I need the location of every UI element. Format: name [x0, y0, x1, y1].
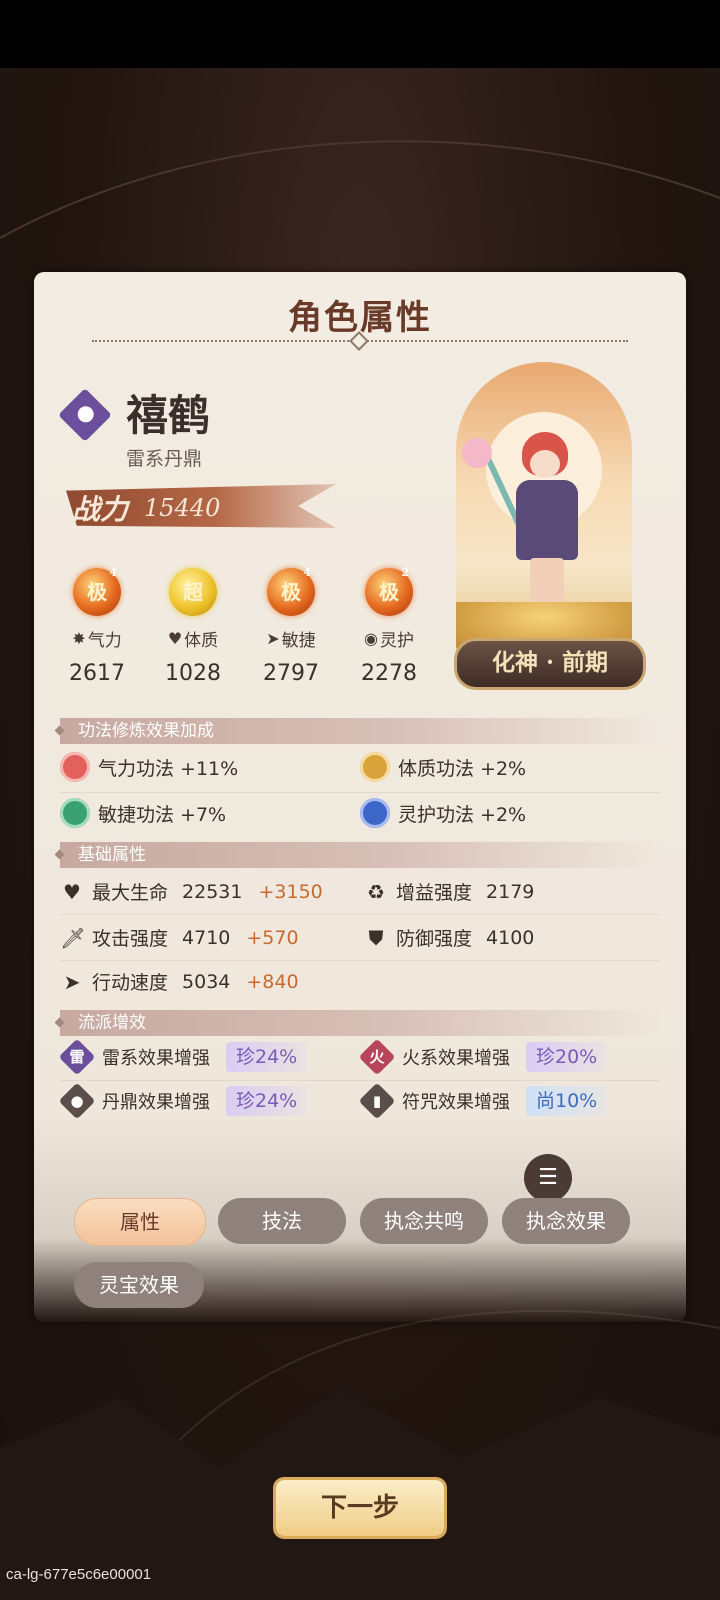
- attribute-row: ♻ 增益强度 2179: [364, 878, 534, 905]
- stat-value: 1028: [165, 661, 221, 686]
- stat-label: 体质: [184, 631, 219, 651]
- status-bar: [0, 0, 720, 68]
- grade-medal: 极4: [267, 566, 315, 616]
- school-effect-row: 火 火系效果增强 珍20%: [358, 1038, 608, 1076]
- shield-icon: ◉: [364, 629, 378, 648]
- talisman-icon: ▮: [358, 1082, 396, 1120]
- stat-label: 敏捷: [281, 631, 316, 651]
- character-attributes-panel: 角色属性 禧鹤 雷系丹鼎 战力 15440 化神 · 前期 极4 ✸ 气力 261…: [34, 272, 686, 1322]
- rarity-tag: 尚10%: [526, 1086, 608, 1116]
- attribute-row: ♥ 最大生命 22531 +3150: [60, 878, 323, 905]
- stat-linghu[interactable]: 极2 ◉ 灵护 2278: [344, 566, 434, 686]
- next-step-button[interactable]: 下一步: [276, 1480, 444, 1536]
- shield-icon: ⛊: [368, 925, 384, 950]
- stat-label: 灵护: [379, 631, 414, 651]
- training-bonus: 气力功法 +11%: [60, 752, 238, 782]
- stat-value: 2278: [361, 661, 417, 686]
- shield-icon: [360, 798, 390, 828]
- stat-qili[interactable]: 极4 ✸ 气力 2617: [52, 566, 142, 686]
- fire-icon: 火: [358, 1038, 396, 1076]
- character-school: 雷系丹鼎: [126, 448, 203, 470]
- stat-tizhi[interactable]: 超 ♥ 体质 1028: [148, 568, 238, 686]
- school-effect-row: 雷 雷系效果增强 珍24%: [58, 1038, 308, 1076]
- grade-medal: 极2: [365, 566, 413, 616]
- character-name: 禧鹤: [126, 391, 211, 440]
- training-bonus: 体质功法 +2%: [360, 752, 526, 782]
- thunder-icon: 雷: [58, 1038, 96, 1076]
- attribute-row: 🗡 攻击强度 4710 +570: [60, 925, 299, 951]
- character-portrait[interactable]: [456, 362, 632, 652]
- rarity-tag: 珍20%: [526, 1042, 608, 1072]
- section-header-base: 基础属性: [60, 842, 660, 868]
- grade-medal: 极4: [73, 566, 121, 616]
- stat-value: 2797: [263, 661, 319, 686]
- section-header-school: 流派增效: [60, 1010, 660, 1036]
- grade-medal: 超: [169, 568, 217, 616]
- gourd-element-icon: [58, 388, 112, 442]
- section-header-training: 功法修炼效果加成: [60, 718, 660, 744]
- attribute-row: ➤ 行动速度 5034 +840: [60, 968, 299, 995]
- training-bonus: 敏捷功法 +7%: [60, 798, 226, 828]
- qili-icon: ✸: [72, 629, 86, 648]
- agility-icon: ➤: [266, 629, 280, 648]
- sword-icon: 🗡: [60, 925, 86, 950]
- stat-minjie[interactable]: 极4 ➤ 敏捷 2797: [246, 566, 336, 686]
- divider: [60, 792, 660, 793]
- school-effect-row: ▮ 符咒效果增强 尚10%: [358, 1082, 608, 1120]
- tab-resonance[interactable]: 执念共鸣: [360, 1198, 488, 1244]
- power-value: 15440: [144, 494, 221, 522]
- stat-label: 气力: [87, 631, 122, 651]
- recycle-icon: ♻: [367, 879, 385, 904]
- agility-icon: [60, 798, 90, 828]
- divider: [60, 1080, 660, 1081]
- stat-value: 2617: [69, 661, 125, 686]
- attribute-row: ⛊ 防御强度 4100: [364, 924, 535, 951]
- divider: [60, 914, 660, 915]
- tab-skills[interactable]: 技法: [218, 1198, 346, 1244]
- rarity-tag: 珍24%: [226, 1086, 308, 1116]
- heart-icon: ♥: [63, 879, 81, 904]
- tab-treasure-effect[interactable]: 灵宝效果: [74, 1262, 204, 1308]
- school-effect-row: ● 丹鼎效果增强 珍24%: [58, 1082, 308, 1120]
- divider: [60, 960, 660, 961]
- rarity-tag: 珍24%: [226, 1042, 308, 1072]
- realm-badge: 化神 · 前期: [454, 638, 646, 690]
- qili-icon: [60, 752, 90, 782]
- training-bonus: 灵护功法 +2%: [360, 798, 526, 828]
- heart-icon: [360, 752, 390, 782]
- tab-obsession-effect[interactable]: 执念效果: [502, 1198, 630, 1244]
- gourd-icon: ●: [58, 1082, 96, 1120]
- list-icon: ☰: [538, 1165, 558, 1190]
- heart-icon: ♥: [167, 629, 183, 648]
- watermark-id: ca-lg-677e5c6e00001: [6, 1566, 152, 1583]
- wing-icon: ➤: [63, 969, 81, 994]
- power-label: 战力: [72, 493, 129, 526]
- tab-attributes[interactable]: 属性: [74, 1198, 206, 1246]
